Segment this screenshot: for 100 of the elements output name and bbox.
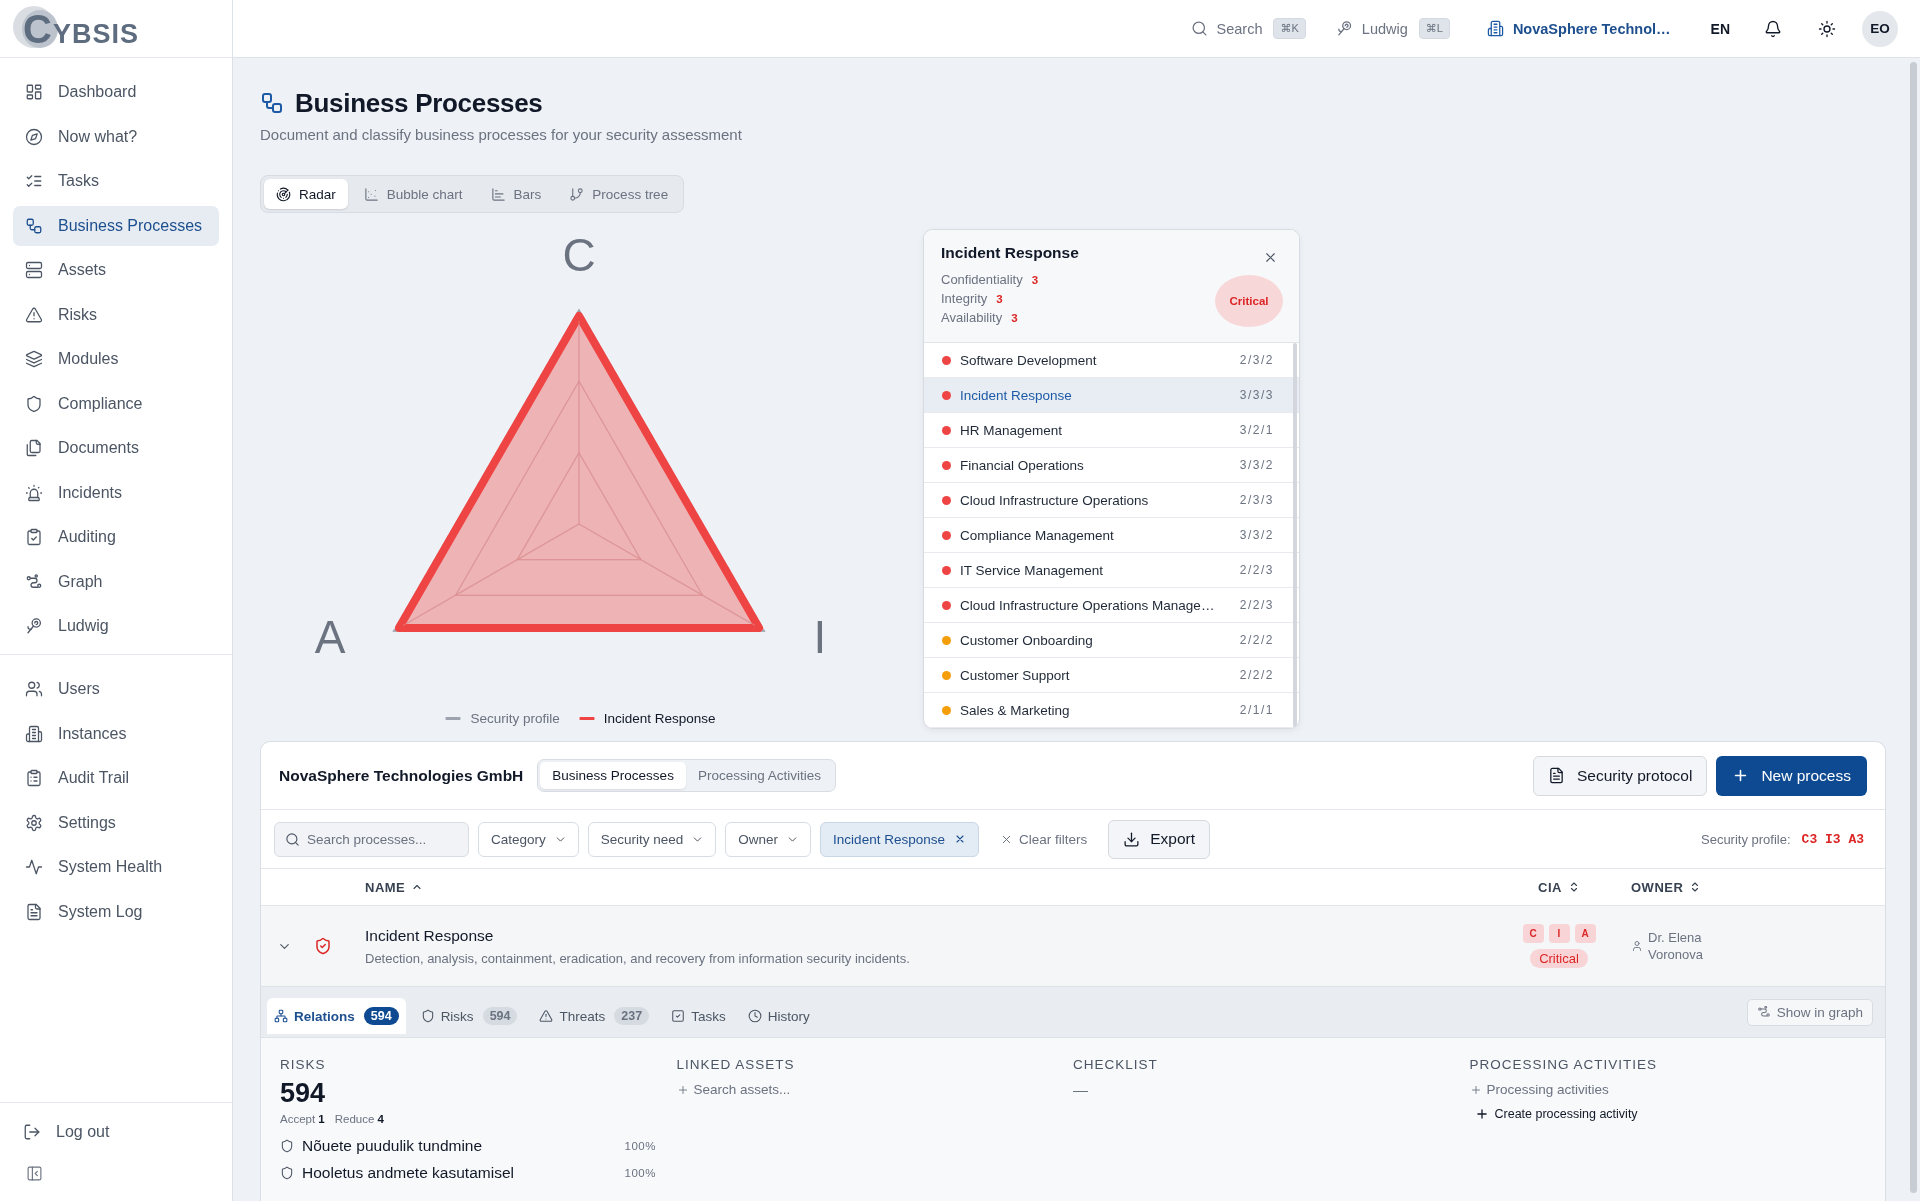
shield-icon: [280, 1139, 294, 1153]
bell-icon[interactable]: [1764, 19, 1782, 38]
close-icon[interactable]: [1263, 250, 1278, 265]
filter-dropdown[interactable]: Category: [478, 821, 579, 857]
sidebar-item[interactable]: Compliance: [13, 383, 219, 424]
sidebar-item[interactable]: Ludwig: [13, 606, 219, 646]
risk-share: 100%: [624, 1167, 656, 1179]
rating-value: 3: [1031, 274, 1039, 286]
axis-label: I: [813, 611, 827, 663]
sidebar-item[interactable]: Now what?: [13, 116, 219, 157]
sidebar-item[interactable]: Settings: [13, 802, 219, 843]
grid-icon: [25, 83, 43, 101]
sidebar-item[interactable]: Users: [13, 669, 219, 709]
process-list-item[interactable]: Incident Response 3/3/3: [924, 378, 1299, 413]
sidebar-item[interactable]: Graph: [13, 561, 219, 602]
user-icon: [1631, 940, 1643, 952]
download-icon: [1123, 830, 1141, 848]
sidebar-item[interactable]: Risks: [13, 294, 219, 335]
search-icon: [1190, 20, 1208, 37]
keyboard-shortcut: ⌘K: [1273, 18, 1306, 39]
count-pill: 237: [614, 1007, 650, 1025]
search-button[interactable]: Search: [1190, 20, 1263, 37]
shield-icon: [280, 1166, 294, 1180]
process-name: Incident Response: [365, 926, 495, 945]
sidebar-item[interactable]: Modules: [13, 339, 219, 379]
filter-dropdown[interactable]: Owner: [725, 821, 812, 857]
view-tab[interactable]: Bars: [478, 179, 554, 209]
sidebar-item[interactable]: Auditing: [13, 517, 219, 557]
cia-level-tag: C: [1522, 924, 1544, 943]
shield-check-icon: [314, 937, 332, 955]
graph-icon: [25, 572, 43, 591]
user-avatar[interactable]: EO: [1862, 10, 1898, 47]
plus-icon: [1469, 1083, 1482, 1096]
assistant-button[interactable]: Ludwig: [1335, 20, 1408, 37]
owner-name: Dr. Elena Voronova: [1648, 929, 1704, 963]
clipboard-list-icon: [25, 769, 43, 787]
detail-tab[interactable]: Relations 594: [267, 998, 406, 1034]
sun-icon[interactable]: [1818, 19, 1836, 38]
sidebar-item[interactable]: Tasks: [13, 161, 219, 201]
scrollbar[interactable]: [1910, 62, 1917, 1193]
detail-tab[interactable]: Risks 594: [413, 998, 525, 1034]
new-process-button[interactable]: New process: [1716, 755, 1867, 796]
section-heading: PROCESSING ACTIVITIES: [1469, 1057, 1658, 1072]
risk-total: 594: [280, 1078, 326, 1109]
sidebar-item[interactable]: Documents: [13, 428, 219, 468]
protocol-button[interactable]: Security protocol: [1532, 755, 1708, 796]
scrollbar[interactable]: [1293, 343, 1297, 728]
page-title: Business Processes: [295, 87, 543, 119]
sidebar-item[interactable]: Assets: [13, 250, 219, 290]
logo: CYBSIS: [13, 5, 141, 52]
active-filter-chip[interactable]: Incident Response: [820, 821, 979, 857]
column-header[interactable]: OWNER: [1631, 879, 1702, 895]
process-description: Detection, analysis, containment, eradication, and recovery from information security incidents.: [365, 950, 911, 966]
sidebar-collapse-icon[interactable]: [26, 1165, 43, 1182]
rating-label: Availability: [941, 310, 1003, 325]
rose-icon: [25, 617, 43, 635]
branch-icon: [569, 186, 585, 202]
section-heading: RISKS: [280, 1057, 326, 1072]
sidebar-item[interactable]: Instances: [13, 713, 219, 754]
search-field[interactable]: Search processes...: [274, 821, 469, 857]
graph-icon: [1756, 1005, 1771, 1019]
card-title: Incident Response: [941, 244, 1080, 262]
sidebar-item[interactable]: Incidents: [13, 472, 219, 513]
empty-value: —: [1073, 1081, 1088, 1098]
detail-tab[interactable]: Threats 237: [532, 998, 657, 1034]
settings-icon: [25, 813, 43, 832]
detail-tab[interactable]: History: [740, 998, 817, 1034]
search-assets-button[interactable]: Search assets...: [676, 1082, 791, 1097]
create-processing-activity-button[interactable]: Create processing activity: [1474, 1107, 1638, 1121]
risk-name[interactable]: Nõuete puudulik tundmine: [302, 1137, 625, 1155]
risk-name[interactable]: Hooletus andmete kasutamisel: [302, 1164, 625, 1182]
rating-label: Integrity: [941, 291, 988, 306]
view-tab[interactable]: Process tree: [557, 179, 681, 209]
compass-icon: [25, 127, 43, 146]
legend-label: Security profile: [470, 711, 560, 726]
logout-link[interactable]: Log out: [13, 1112, 219, 1152]
linked-squares-icon: [25, 216, 43, 235]
organization-switcher[interactable]: NovaSphere Technol…: [1486, 20, 1671, 37]
add-processing-activity-button[interactable]: Processing activities: [1469, 1082, 1609, 1097]
section-tab[interactable]: Processing Activities: [685, 762, 833, 789]
clear-filters-button[interactable]: Clear filters: [999, 831, 1088, 847]
filter-dropdown[interactable]: Security need: [587, 821, 717, 857]
detail-tab[interactable]: Tasks: [664, 998, 733, 1034]
sidebar-item[interactable]: Business Processes: [13, 205, 219, 246]
rating-value: 3: [1011, 312, 1018, 324]
sidebar-item[interactable]: System Health: [13, 847, 219, 887]
sidebar-item[interactable]: System Log: [13, 891, 219, 932]
plus-icon: [676, 1083, 689, 1096]
show-in-graph-button[interactable]: Show in graph: [1746, 998, 1873, 1026]
view-tab[interactable]: Bubble chart: [351, 179, 475, 209]
language-button[interactable]: EN: [1710, 20, 1730, 37]
view-tab[interactable]: Radar: [264, 179, 348, 209]
sidebar-item[interactable]: Audit Trail: [13, 758, 219, 798]
clipboard-check-icon: [25, 528, 43, 546]
column-header[interactable]: CIA: [1538, 879, 1580, 895]
sidebar-item[interactable]: Dashboard: [13, 72, 219, 112]
section-tab[interactable]: Business Processes: [540, 762, 686, 789]
table-row[interactable]: Incident Response Detection, analysis, containment, eradication, and recovery from information security incidents. C I A Critical Dr. Elena Voronova: [261, 906, 1885, 987]
column-header[interactable]: NAME: [365, 879, 424, 895]
export-button[interactable]: Export: [1108, 819, 1210, 859]
